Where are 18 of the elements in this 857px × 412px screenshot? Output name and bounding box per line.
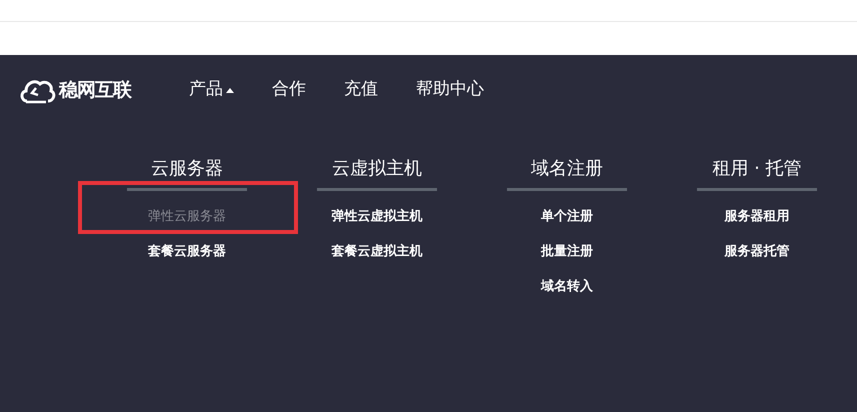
nav-link[interactable]: 充值 [344, 77, 378, 103]
menu-heading: 云虚拟主机 [332, 158, 422, 179]
nav-link[interactable]: 合作 [272, 77, 306, 103]
menu-item[interactable]: 服务器托管 [724, 244, 790, 259]
menu-heading: 域名注册 [531, 158, 603, 179]
menu-heading: 云服务器 [151, 158, 223, 179]
nav-link[interactable]: 产品 [189, 77, 223, 103]
menu-item[interactable]: 服务器租用 [724, 209, 790, 224]
menu-item[interactable]: 套餐云虚拟主机 [332, 244, 422, 259]
menu-heading: 租用 · 托管 [712, 158, 802, 179]
menu-item[interactable]: 弹性云虚拟主机 [332, 209, 422, 224]
menu-item[interactable]: 弹性云服务器 [148, 209, 226, 224]
brand-name[interactable]: 稳网互联 [59, 76, 131, 104]
menu-item[interactable]: 单个注册 [541, 209, 593, 224]
menu-item[interactable]: 批量注册 [541, 244, 593, 259]
menu-item[interactable]: 套餐云服务器 [148, 244, 226, 259]
nav-link[interactable]: 帮助中心 [416, 77, 484, 103]
menu-item[interactable]: 域名转入 [541, 279, 593, 294]
